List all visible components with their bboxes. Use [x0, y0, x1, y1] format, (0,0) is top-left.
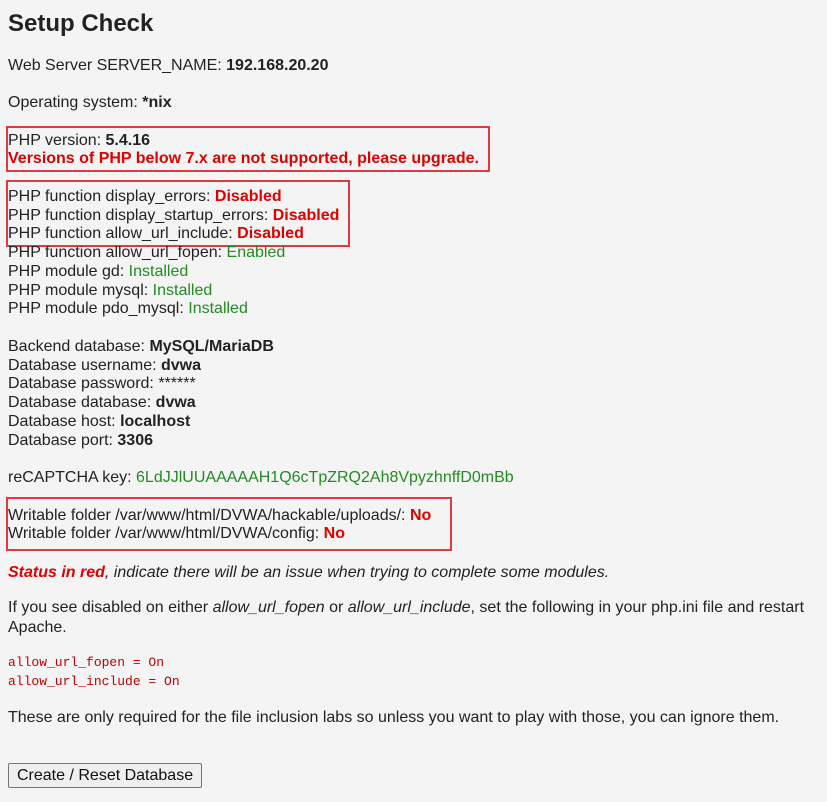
module-row-mysql: PHP module mysql: Installed — [8, 281, 212, 300]
php-version-label: PHP version: — [8, 132, 106, 149]
function-row-allow-url-include: PHP function allow_url_include: Disabled — [8, 224, 304, 243]
db-host-row: Database host: localhost — [8, 412, 190, 431]
os-label: Operating system: — [8, 94, 143, 111]
folder-row-config: Writable folder /var/www/html/DVWA/confi… — [8, 524, 345, 543]
code-line: allow_url_fopen = On — [8, 655, 165, 670]
php-version-row: PHP version: 5.4.16 — [8, 131, 150, 150]
php-version-warning: Versions of PHP below 7.x are not suppor… — [8, 150, 479, 167]
db-value: 3306 — [117, 432, 153, 449]
status-installed: Installed — [188, 300, 248, 317]
folder-label: Writable folder /var/www/html/DVWA/hacka… — [8, 507, 410, 524]
create-reset-database-button[interactable]: Create / Reset Database — [8, 763, 203, 788]
server-name-row: Web Server SERVER_NAME: 192.168.20.20 — [8, 56, 328, 75]
status-installed: Installed — [128, 263, 189, 280]
function-row-display-startup-errors: PHP function display_startup_errors: Dis… — [8, 206, 339, 225]
status-no: No — [323, 525, 345, 542]
db-label: Database password: — [8, 375, 159, 392]
db-username-row: Database username: dvwa — [8, 356, 201, 375]
folder-row-uploads: Writable folder /var/www/html/DVWA/hacka… — [8, 506, 431, 525]
status-no: No — [409, 507, 432, 524]
status-disabled: Disabled — [272, 207, 340, 224]
db-value: ****** — [158, 375, 196, 392]
module-row-gd: PHP module gd: Installed — [8, 262, 188, 281]
status-installed: Installed — [152, 282, 213, 299]
status-disabled: Disabled — [214, 188, 282, 205]
server-name-value: 192.168.20.20 — [226, 57, 329, 74]
db-port-row: Database port: 3306 — [8, 431, 153, 450]
status-enabled: Enabled — [226, 244, 286, 261]
server-name-label: Web Server SERVER_NAME: — [8, 57, 227, 74]
db-value: dvwa — [155, 394, 196, 411]
db-label: Database username: — [8, 357, 161, 374]
option-allow-url-include: allow_url_include — [347, 599, 471, 616]
db-value: MySQL/MariaDB — [149, 338, 274, 355]
db-value: localhost — [120, 413, 191, 430]
function-label: PHP function allow_url_include: — [8, 225, 238, 242]
page-title: Setup Check — [8, 10, 154, 37]
function-label: PHP function display_errors: — [8, 188, 215, 205]
option-allow-url-fopen: allow_url_fopen — [212, 599, 325, 616]
instructions-paragraph: If you see disabled on either allow_url_… — [8, 598, 820, 638]
module-label: PHP module gd: — [8, 263, 129, 280]
os-value: *nix — [142, 94, 172, 111]
db-label: Database database: — [8, 394, 156, 411]
function-label: PHP function allow_url_fopen: — [8, 244, 227, 261]
status-note-emphasis: Status in red — [8, 564, 105, 581]
code-line: allow_url_include = On — [8, 674, 180, 689]
db-label: Database port: — [8, 432, 118, 449]
footer-note: These are only required for the file inc… — [8, 709, 780, 726]
module-row-pdo-mysql: PHP module pdo_mysql: Installed — [8, 299, 248, 318]
status-note: Status in red, indicate there will be an… — [8, 563, 609, 582]
recaptcha-row: reCAPTCHA key: 6LdJJlUUAAAAAH1Q6cTpZRQ2A… — [8, 468, 514, 487]
function-row-display-errors: PHP function display_errors: Disabled — [8, 187, 282, 206]
db-password-row: Database password: ****** — [8, 374, 196, 393]
recaptcha-label: reCAPTCHA key: — [8, 469, 137, 486]
db-value: dvwa — [160, 357, 201, 374]
os-row: Operating system: *nix — [8, 93, 172, 112]
db-database-row: Database database: dvwa — [8, 393, 196, 412]
recaptcha-key-value: 6LdJJlUUAAAAAH1Q6cTpZRQ2Ah8VpyzhnffD0mBb — [136, 469, 514, 486]
status-note-text: , indicate there will be an issue when t… — [104, 564, 610, 581]
db-backend-row: Backend database: MySQL/MariaDB — [8, 337, 274, 356]
php-version-value: 5.4.16 — [105, 132, 151, 149]
instructions-text: If you see disabled on either — [8, 599, 213, 616]
instructions-text: or — [324, 599, 348, 616]
db-label: Database host: — [8, 413, 121, 430]
db-label: Backend database: — [8, 338, 150, 355]
module-label: PHP module pdo_mysql: — [8, 300, 189, 317]
module-label: PHP module mysql: — [8, 282, 153, 299]
function-label: PHP function display_startup_errors: — [8, 207, 273, 224]
folder-label: Writable folder /var/www/html/DVWA/confi… — [8, 525, 324, 542]
status-disabled: Disabled — [237, 225, 304, 242]
